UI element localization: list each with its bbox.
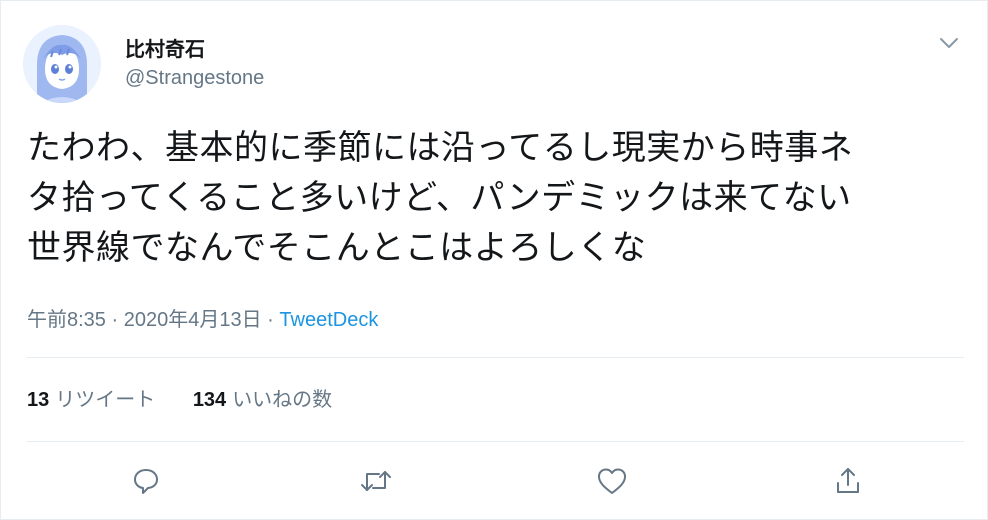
tweet-card: 比村奇石 @Strangestone たわわ、基本的に季節には沿ってるし現実から… (0, 0, 988, 520)
action-bar (1, 457, 988, 507)
retweets-label: リツイート (55, 389, 156, 411)
user-handle[interactable]: @Strangestone (125, 67, 264, 90)
tweet-stats: 13 リツイート 134 いいねの数 (27, 383, 332, 412)
share-icon[interactable] (830, 463, 866, 499)
meta-separator: · (267, 309, 274, 331)
tweet-time[interactable]: 午前8:35 (27, 309, 106, 331)
likes-label: いいねの数 (232, 389, 333, 411)
divider (27, 357, 964, 358)
likes-count: 134 (192, 389, 227, 411)
tweet-source-link[interactable]: TweetDeck (279, 309, 378, 331)
retweets-count: 13 (27, 389, 50, 411)
avatar[interactable] (23, 25, 101, 103)
meta-separator: · (111, 309, 119, 331)
heart-icon[interactable] (594, 463, 630, 499)
avatar-image (23, 25, 101, 103)
tweet-date[interactable]: 2020年4月13日 (124, 309, 262, 331)
chevron-down-icon[interactable] (939, 35, 959, 49)
tweet-meta: 午前8:35 · 2020年4月13日 · TweetDeck (27, 303, 378, 332)
divider (27, 441, 964, 442)
reply-icon[interactable] (128, 463, 164, 499)
tweet-text-line: タ拾ってくること多いけど、パンデミックは来てない (27, 178, 852, 218)
retweet-icon[interactable] (358, 463, 394, 499)
display-name[interactable]: 比村奇石 (125, 33, 205, 62)
tweet-text: たわわ、基本的に季節には沿ってるし現実から時事ネ タ拾ってくること多いけど、パン… (27, 123, 957, 273)
retweets-stat[interactable]: 13 リツイート (27, 383, 155, 412)
tweet-text-line: 世界線でなんでそこんとこはよろしくな (27, 228, 647, 268)
likes-stat[interactable]: 134 いいねの数 (193, 383, 332, 412)
tweet-text-line: たわわ、基本的に季節には沿ってるし現実から時事ネ (27, 128, 854, 168)
